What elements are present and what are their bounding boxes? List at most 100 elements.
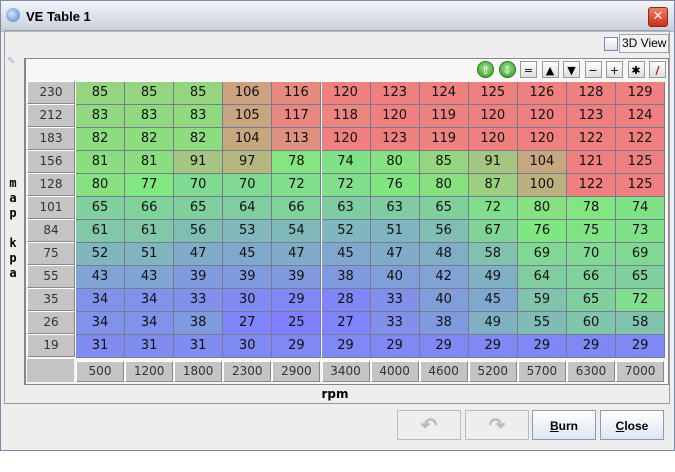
- ve-cell[interactable]: 122: [567, 128, 616, 151]
- ve-cell[interactable]: 125: [616, 151, 666, 174]
- ve-cell[interactable]: 64: [223, 197, 273, 220]
- ve-cell[interactable]: 72: [272, 174, 322, 197]
- ve-cell[interactable]: 29: [419, 335, 469, 358]
- ve-cell[interactable]: 52: [321, 220, 371, 243]
- ve-cell[interactable]: 34: [125, 312, 175, 335]
- ve-cell[interactable]: 120: [321, 128, 371, 151]
- column-header-rpm[interactable]: 1800: [174, 361, 223, 382]
- ve-cell[interactable]: 39: [174, 266, 224, 289]
- ve-cell[interactable]: 65: [616, 266, 666, 289]
- ve-cell[interactable]: 85: [125, 82, 175, 105]
- column-header-rpm[interactable]: 4600: [419, 361, 468, 382]
- ve-cell[interactable]: 104: [223, 128, 273, 151]
- ve-cell[interactable]: 91: [174, 151, 224, 174]
- ve-cell[interactable]: 91: [468, 151, 518, 174]
- ve-cell[interactable]: 40: [370, 266, 420, 289]
- column-header-rpm[interactable]: 3400: [321, 361, 370, 382]
- close-window-button[interactable]: ✕: [648, 7, 668, 27]
- ve-cell[interactable]: 33: [174, 289, 224, 312]
- ve-cell[interactable]: 34: [76, 312, 125, 335]
- ve-cell[interactable]: 58: [616, 312, 666, 335]
- row-header-kpa[interactable]: 19: [27, 334, 75, 357]
- ve-cell[interactable]: 39: [223, 266, 273, 289]
- row-header-kpa[interactable]: 84: [27, 219, 75, 242]
- ve-cell[interactable]: 29: [321, 335, 371, 358]
- ve-cell[interactable]: 43: [76, 266, 125, 289]
- ve-cell[interactable]: 66: [125, 197, 175, 220]
- row-header-kpa[interactable]: 183: [27, 127, 75, 150]
- ve-cell[interactable]: 29: [370, 335, 420, 358]
- ve-cell[interactable]: 119: [419, 105, 469, 128]
- ve-cell[interactable]: 31: [174, 335, 224, 358]
- ve-cell[interactable]: 33: [370, 312, 420, 335]
- ve-cell[interactable]: 61: [125, 220, 175, 243]
- ve-cell[interactable]: 45: [468, 289, 518, 312]
- ve-cell[interactable]: 38: [419, 312, 469, 335]
- ve-cell[interactable]: 64: [517, 266, 567, 289]
- ve-cell[interactable]: 116: [272, 82, 322, 105]
- ve-cell[interactable]: 65: [419, 197, 469, 220]
- column-header-rpm[interactable]: 500: [76, 361, 124, 382]
- ve-cell[interactable]: 40: [419, 289, 469, 312]
- 3d-view-checkbox[interactable]: [604, 37, 618, 51]
- ve-cell[interactable]: 73: [616, 220, 666, 243]
- ve-cell[interactable]: 72: [321, 174, 371, 197]
- ve-cell[interactable]: 80: [370, 151, 420, 174]
- ve-cell[interactable]: 63: [321, 197, 371, 220]
- ve-cell[interactable]: 72: [468, 197, 518, 220]
- ve-cell[interactable]: 38: [321, 266, 371, 289]
- ve-cell[interactable]: 129: [616, 82, 666, 105]
- ve-cell[interactable]: 29: [616, 335, 666, 358]
- burn-button[interactable]: Burn: [532, 410, 596, 440]
- ve-cell[interactable]: 47: [174, 243, 224, 266]
- ve-cell[interactable]: 39: [272, 266, 322, 289]
- ve-cell[interactable]: 82: [174, 128, 224, 151]
- ve-cell[interactable]: 49: [468, 266, 518, 289]
- ve-cell[interactable]: 120: [517, 128, 567, 151]
- ve-cell[interactable]: 120: [517, 105, 567, 128]
- ve-cell[interactable]: 113: [272, 128, 322, 151]
- ve-cell[interactable]: 124: [419, 82, 469, 105]
- column-header-rpm[interactable]: 6300: [567, 361, 615, 382]
- ve-cell[interactable]: 70: [223, 174, 273, 197]
- ve-cell[interactable]: 81: [76, 151, 125, 174]
- ve-cell[interactable]: 66: [272, 197, 322, 220]
- ve-cell[interactable]: 34: [76, 289, 125, 312]
- ve-cell[interactable]: 83: [125, 105, 175, 128]
- ve-cell[interactable]: 120: [468, 128, 518, 151]
- ve-cell[interactable]: 52: [76, 243, 125, 266]
- ve-cell[interactable]: 123: [370, 128, 420, 151]
- ve-cell[interactable]: 78: [567, 197, 616, 220]
- row-header-kpa[interactable]: 75: [27, 242, 75, 265]
- ve-cell[interactable]: 59: [517, 289, 567, 312]
- ve-cell[interactable]: 29: [272, 335, 322, 358]
- ve-cell[interactable]: 69: [616, 243, 666, 266]
- increment-button[interactable]: ▲: [541, 61, 559, 78]
- ve-cell[interactable]: 72: [616, 289, 666, 312]
- column-header-rpm[interactable]: 1200: [125, 361, 174, 382]
- ve-cell[interactable]: 27: [321, 312, 371, 335]
- undo-button[interactable]: ↶: [397, 410, 461, 440]
- ve-cell[interactable]: 105: [223, 105, 273, 128]
- row-header-kpa[interactable]: 128: [27, 173, 75, 196]
- column-header-rpm[interactable]: 5700: [517, 361, 566, 382]
- shift-down-button[interactable]: ⇩: [498, 61, 516, 78]
- ve-cell[interactable]: 81: [125, 151, 175, 174]
- ve-cell[interactable]: 51: [370, 220, 420, 243]
- ve-cell[interactable]: 29: [468, 335, 518, 358]
- row-header-kpa[interactable]: 55: [27, 265, 75, 288]
- ve-cell[interactable]: 69: [517, 243, 567, 266]
- ve-cell[interactable]: 65: [567, 289, 616, 312]
- set-equal-button[interactable]: =: [520, 61, 537, 78]
- ve-cell[interactable]: 85: [76, 82, 125, 105]
- ve-cell[interactable]: 74: [616, 197, 666, 220]
- multiply-button[interactable]: ✱: [627, 61, 645, 78]
- ve-cell[interactable]: 31: [76, 335, 125, 358]
- ve-cell[interactable]: 80: [419, 174, 469, 197]
- ve-cell[interactable]: 97: [223, 151, 273, 174]
- ve-cell[interactable]: 48: [419, 243, 469, 266]
- row-header-kpa[interactable]: 212: [27, 104, 75, 127]
- ve-cell[interactable]: 45: [223, 243, 273, 266]
- ve-cell[interactable]: 123: [567, 105, 616, 128]
- ve-cell[interactable]: 118: [321, 105, 371, 128]
